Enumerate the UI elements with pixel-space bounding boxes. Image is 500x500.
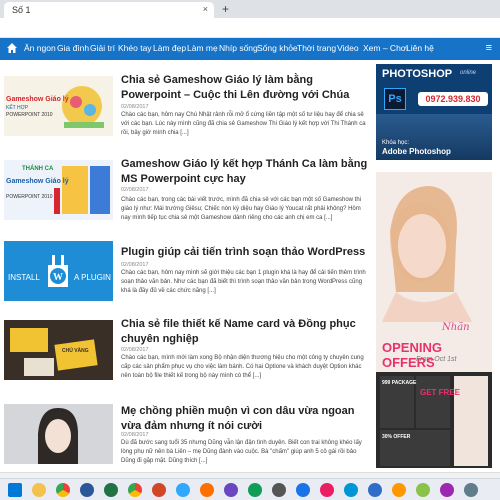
thumb-text: Gameshow Giáo lý	[6, 178, 69, 185]
ad-offer: 999 PACKAGE	[382, 380, 417, 386]
article-thumbnail[interactable]	[4, 404, 113, 464]
ad-date: From Oct 1st	[416, 356, 457, 363]
browser-tab[interactable]: Số 1 ×	[4, 2, 214, 18]
excel-icon[interactable]	[104, 483, 118, 497]
app-icon[interactable]	[368, 483, 382, 497]
svg-text:W: W	[53, 272, 63, 283]
article-thumbnail[interactable]: Gameshow Giáo lý THÁNH CA POWERPOINT 201…	[4, 160, 113, 220]
thumb-text: A PLUGIN	[74, 273, 111, 282]
nav-item[interactable]: Nhíp sống	[219, 43, 258, 53]
browser-tabstrip: Số 1 × +	[0, 0, 500, 18]
article-date: 02/08/2017	[121, 432, 149, 438]
article-thumbnail[interactable]: W INSTALL A PLUGIN	[4, 241, 113, 301]
article-date: 02/08/2017	[121, 262, 149, 268]
article-date: 02/08/2017	[121, 347, 149, 353]
photoshop-ad[interactable]: PHOTOSHOP online Ps 0972.939.830 Khóa họ…	[376, 64, 492, 160]
thumb-text: KẾT HỢP	[6, 105, 29, 111]
nav-item[interactable]: Liên hệ	[406, 43, 434, 53]
new-tab-button[interactable]: +	[222, 2, 229, 16]
app-icon[interactable]	[344, 483, 358, 497]
app-icon[interactable]	[272, 483, 286, 497]
article-date: 02/08/2017	[121, 187, 149, 193]
app-icon[interactable]	[320, 483, 334, 497]
article-excerpt: Chào các bạn, hôm nay mình sẽ giới thiệu…	[121, 270, 366, 294]
ad-offer: GET FREE	[420, 388, 461, 397]
chrome-icon[interactable]	[128, 483, 142, 497]
article-title[interactable]: Chia sẻ file thiết kế Name card và Đồng …	[121, 317, 371, 347]
thumb-text: THÁNH CA	[22, 166, 54, 172]
ad-headline: OPENING OFFERS	[382, 340, 442, 370]
article-title[interactable]: Mẹ chồng phiền muộn vì con dâu vừa ngoan…	[121, 404, 371, 434]
site-nav: Ăn ngon Gia đình Giải trí Khéo tay Làm đ…	[0, 38, 500, 60]
thumb-text: CHÚ VÀNG	[62, 348, 89, 354]
menu-icon[interactable]: ≡	[486, 42, 492, 54]
nav-item[interactable]: Làm đẹp	[153, 43, 186, 53]
article-excerpt: Chào các bạn, mình mới làm xong Bộ nhận …	[121, 355, 364, 379]
nav-item[interactable]: Gia đình	[57, 43, 89, 53]
ad-offer: 30% OFFER	[382, 434, 411, 440]
browser-toolbar	[0, 18, 500, 38]
app-icon[interactable]	[392, 483, 406, 497]
article-title[interactable]: Plugin giúp cải tiến trình soạn thảo Wor…	[121, 245, 371, 260]
ad-line2: Adobe Photoshop	[382, 147, 451, 156]
ad-logo: Nhãn	[442, 322, 470, 333]
nav-item[interactable]: Làm mẹ	[187, 43, 218, 53]
app-icon[interactable]	[464, 483, 478, 497]
home-icon[interactable]	[6, 42, 18, 54]
nav-item[interactable]: Khéo tay	[118, 43, 152, 53]
article-excerpt: Chào các bạn, hôm nay Chú Nhật rảnh rỗi …	[121, 112, 366, 136]
article-thumbnail[interactable]: CHÚ VÀNG	[4, 320, 113, 380]
app-icon[interactable]	[248, 483, 262, 497]
app-icon[interactable]	[440, 483, 454, 497]
tab-title: Số 1	[12, 5, 31, 15]
nav-item[interactable]: Sống khỏe	[257, 43, 298, 53]
nav-item[interactable]: Ăn ngon	[24, 43, 56, 53]
chrome-icon[interactable]	[56, 483, 70, 497]
nav-item[interactable]: Video	[337, 43, 359, 53]
article-excerpt: Dù đã bước sang tuổi 35 nhưng Dũng vẫn l…	[121, 440, 362, 464]
thumb-text: Gameshow Giáo lý	[6, 96, 69, 103]
app-icon[interactable]	[200, 483, 214, 497]
start-icon[interactable]	[8, 483, 22, 497]
article-title[interactable]: Chia sẻ Gameshow Giáo lý làm bằng Powerp…	[121, 73, 371, 103]
thumb-text: POWERPOINT 2010	[6, 112, 53, 118]
ad-phone: 0972.939.830	[418, 92, 488, 106]
article-excerpt: Chào các bạn, trong các bài viết trước, …	[121, 197, 361, 221]
photoshop-icon: Ps	[384, 88, 406, 110]
folder-icon[interactable]	[32, 483, 46, 497]
app-icon[interactable]	[224, 483, 238, 497]
ad-brand: PHOTOSHOP	[382, 68, 453, 80]
ad-brand-sub: online	[460, 70, 477, 76]
app-icon[interactable]	[416, 483, 430, 497]
article-title[interactable]: Gameshow Giáo lý kết hợp Thánh Ca làm bằ…	[121, 157, 371, 187]
word-icon[interactable]	[80, 483, 94, 497]
photoshop-icon[interactable]	[176, 483, 190, 497]
tab-close-icon[interactable]: ×	[203, 4, 208, 14]
article-date: 02/08/2017	[121, 104, 149, 110]
powerpoint-icon[interactable]	[152, 483, 166, 497]
thumb-text: INSTALL	[8, 273, 40, 282]
opening-offers-ad[interactable]: Nhãn OPENING OFFERS From Oct 1st 999 PAC…	[376, 172, 492, 468]
thumb-text: POWERPOINT 2010	[6, 194, 53, 200]
taskbar	[0, 478, 500, 500]
nav-item[interactable]: Giải trí	[90, 43, 115, 53]
nav-item[interactable]: Thời trang	[297, 43, 336, 53]
ad-line1: Khóa học:	[382, 140, 410, 146]
app-icon[interactable]	[296, 483, 310, 497]
nav-item[interactable]: Xem – Chơi	[363, 43, 408, 53]
article-thumbnail[interactable]: Gameshow Giáo lý KẾT HỢP POWERPOINT 2010	[4, 76, 113, 136]
